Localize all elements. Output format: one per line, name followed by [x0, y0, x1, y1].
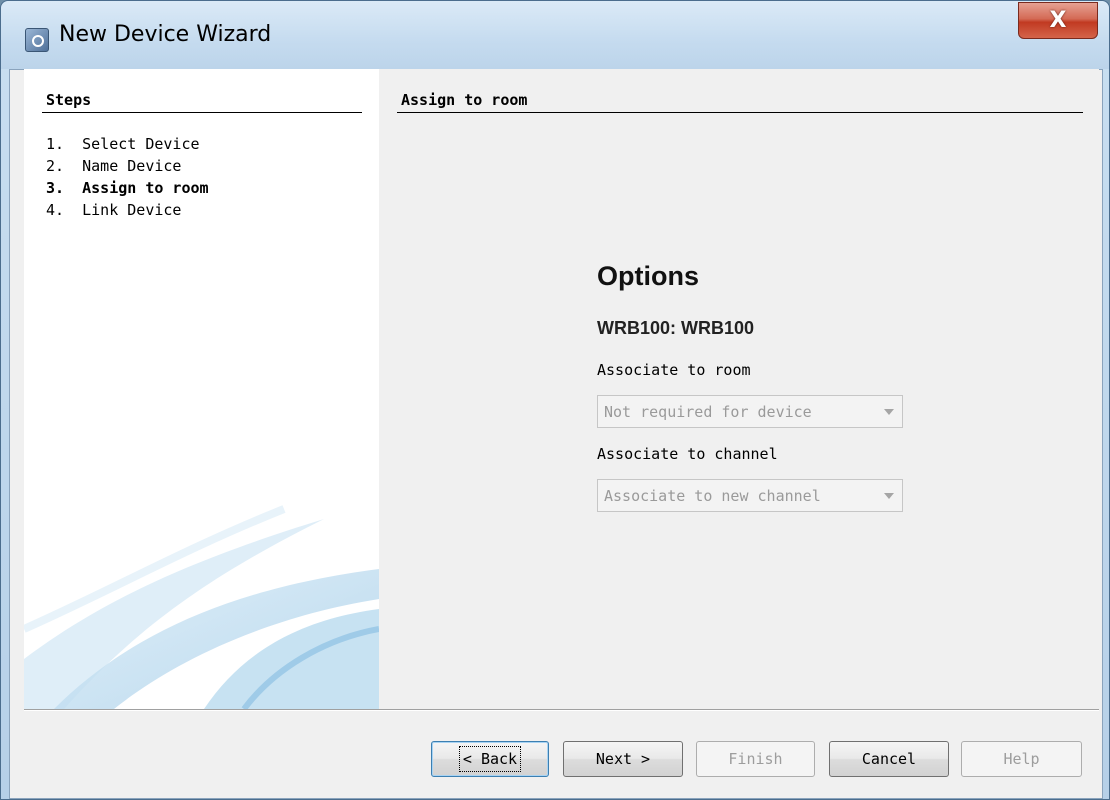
options-heading: Options [597, 261, 699, 291]
close-button[interactable]: X [1018, 2, 1098, 39]
chevron-down-icon [884, 493, 894, 499]
device-name: WRB100: WRB100 [597, 318, 755, 338]
page-title-divider [397, 112, 1083, 113]
steps-panel: Steps 1. Select Device 2. Name Device 3.… [24, 69, 379, 709]
title-bar[interactable]: New Device Wizard X [1, 1, 1109, 69]
help-button[interactable]: Help [961, 741, 1082, 777]
step-link-device: 4. Link Device [46, 201, 182, 219]
finish-button[interactable]: Finish [696, 741, 815, 777]
channel-label: Associate to channel [597, 445, 778, 463]
room-label: Associate to room [597, 361, 751, 379]
close-icon: X [1049, 8, 1067, 33]
next-button-label: Next > [595, 750, 651, 768]
footer-separator [24, 709, 1099, 711]
room-select[interactable]: Not required for device [597, 395, 903, 428]
channel-select[interactable]: Associate to new channel [597, 479, 903, 512]
steps-title: Steps [46, 91, 92, 109]
room-select-value: Not required for device [604, 403, 812, 421]
finish-button-label: Finish [728, 750, 783, 768]
wizard-window: New Device Wizard X Steps 1. Select Devi… [0, 0, 1110, 800]
step-select-device: 1. Select Device [46, 135, 200, 153]
cancel-button[interactable]: Cancel [829, 741, 949, 777]
decorative-swoosh-graphic [24, 505, 379, 709]
step-assign-to-room: 3. Assign to room [46, 179, 209, 197]
options-panel: Assign to room Options WRB100: WRB100 As… [379, 69, 1099, 709]
cancel-button-label: Cancel [861, 750, 917, 768]
page-title: Assign to room [401, 91, 528, 109]
wizard-app-icon [25, 28, 49, 52]
back-button[interactable]: < Back [431, 741, 549, 777]
back-button-label: < Back [458, 746, 522, 772]
channel-select-value: Associate to new channel [604, 487, 821, 505]
help-button-label: Help [1003, 750, 1040, 768]
window-title: New Device Wizard [59, 22, 272, 47]
steps-divider [42, 112, 362, 113]
next-button[interactable]: Next > [563, 741, 683, 777]
chevron-down-icon [884, 409, 894, 415]
step-name-device: 2. Name Device [46, 157, 182, 175]
